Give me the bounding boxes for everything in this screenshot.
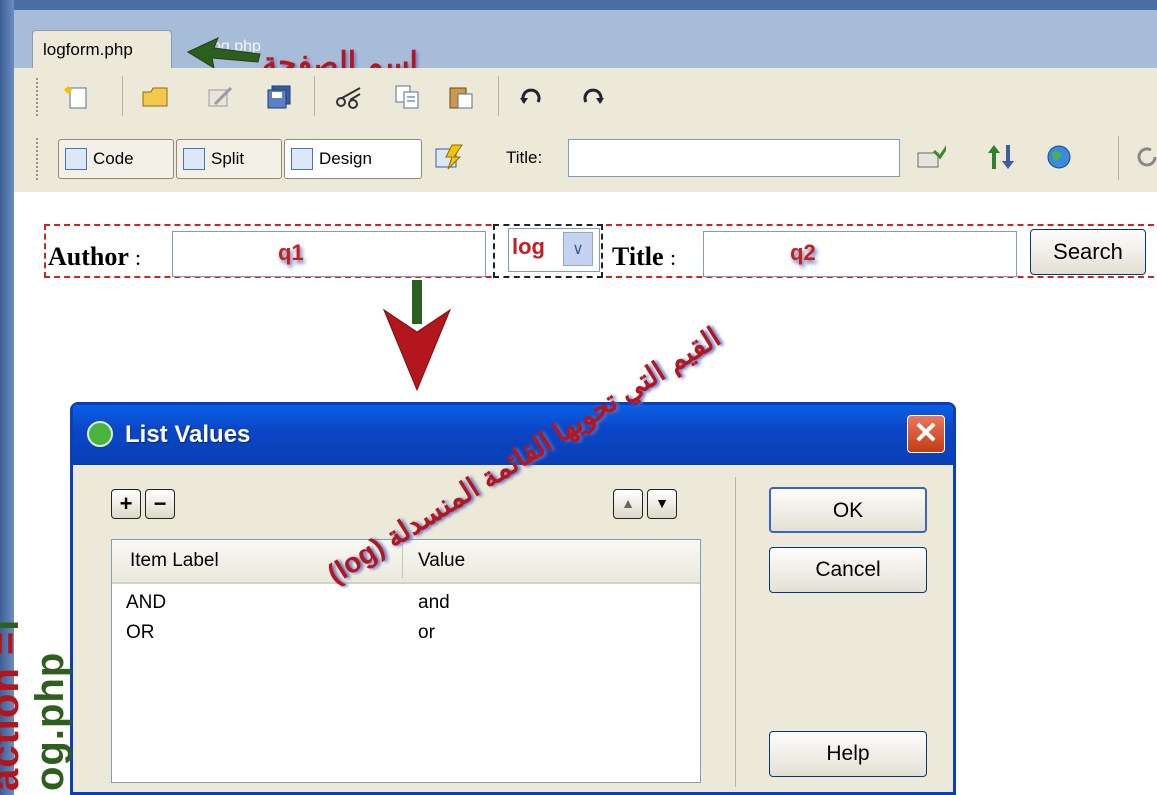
design-view-label: Design <box>319 149 372 168</box>
validate-markup-icon[interactable] <box>916 142 946 172</box>
toolbar-separator <box>1118 136 1119 180</box>
toolbar-separator <box>498 76 499 116</box>
column-value[interactable]: Value <box>418 550 465 572</box>
action-annotation-prefix: action = <box>0 631 27 791</box>
ok-button[interactable]: OK <box>769 487 927 533</box>
column-item-label[interactable]: Item Label <box>130 550 219 572</box>
author-label: Author : <box>48 242 141 272</box>
copy-icon[interactable] <box>392 82 422 112</box>
toolbar-separator <box>314 76 315 116</box>
window-frame-top <box>0 0 1157 10</box>
split-view-button[interactable]: Split <box>176 139 282 179</box>
refresh-icon[interactable] <box>1132 142 1157 172</box>
paste-icon[interactable] <box>446 82 476 112</box>
remove-item-button[interactable]: − <box>145 489 175 519</box>
browse-edit-icon[interactable] <box>204 82 234 112</box>
log-select-value: log <box>512 234 545 259</box>
title-label-text: Title <box>612 242 664 271</box>
close-icon[interactable]: ✕ <box>907 415 945 453</box>
code-view-label: Code <box>93 149 134 168</box>
tab-logform[interactable]: logform.php <box>32 30 172 68</box>
list-item-label[interactable]: OR <box>126 622 155 644</box>
preview-browser-icon[interactable] <box>1046 142 1076 172</box>
title-input[interactable] <box>703 231 1017 277</box>
cancel-button[interactable]: Cancel <box>769 547 927 593</box>
file-management-icon[interactable] <box>986 142 1016 172</box>
title-label: Title : <box>612 242 676 272</box>
q1-annotation: q1 <box>278 240 304 265</box>
redo-icon[interactable] <box>578 82 608 112</box>
dialog-separator <box>735 477 736 787</box>
move-up-button[interactable]: ▲ <box>613 489 643 519</box>
undo-icon[interactable] <box>516 82 546 112</box>
values-list[interactable]: Item Label Value AND and OR or <box>111 539 701 783</box>
new-file-icon[interactable] <box>62 82 92 112</box>
page-title-input[interactable] <box>568 139 900 177</box>
list-item-label[interactable]: AND <box>126 592 166 614</box>
list-item-value[interactable]: and <box>418 592 450 614</box>
chevron-down-icon[interactable]: ∨ <box>563 232 593 266</box>
split-view-icon <box>183 148 205 170</box>
cut-icon[interactable] <box>334 82 364 112</box>
dialog-title: List Values <box>125 421 251 448</box>
list-item-value[interactable]: or <box>418 622 435 644</box>
author-colon: : <box>134 245 142 270</box>
open-folder-icon[interactable] <box>140 82 170 112</box>
app-logo-icon <box>87 421 113 447</box>
help-button[interactable]: Help <box>769 731 927 777</box>
toolbar-grip <box>36 78 42 116</box>
move-down-button[interactable]: ▼ <box>647 489 677 519</box>
design-view-button[interactable]: Design <box>284 139 422 179</box>
toolbar-separator <box>122 76 123 116</box>
toolbar-grip <box>36 138 42 180</box>
author-label-text: Author <box>48 242 129 271</box>
design-view-icon <box>291 148 313 170</box>
search-button[interactable]: Search <box>1030 229 1146 275</box>
split-view-label: Split <box>211 149 245 168</box>
down-arrow-icon <box>382 280 452 392</box>
code-view-icon <box>65 148 87 170</box>
save-all-icon[interactable] <box>264 82 294 112</box>
title-field-label: Title: <box>506 148 543 167</box>
code-view-button[interactable]: Code <box>58 139 174 179</box>
author-input[interactable] <box>172 231 486 277</box>
add-item-button[interactable]: + <box>111 489 141 519</box>
title-colon: : <box>670 245 677 270</box>
action-annotation: action =l og.php <box>0 531 73 791</box>
live-data-icon[interactable] <box>434 142 464 172</box>
q2-annotation: q2 <box>790 240 816 265</box>
